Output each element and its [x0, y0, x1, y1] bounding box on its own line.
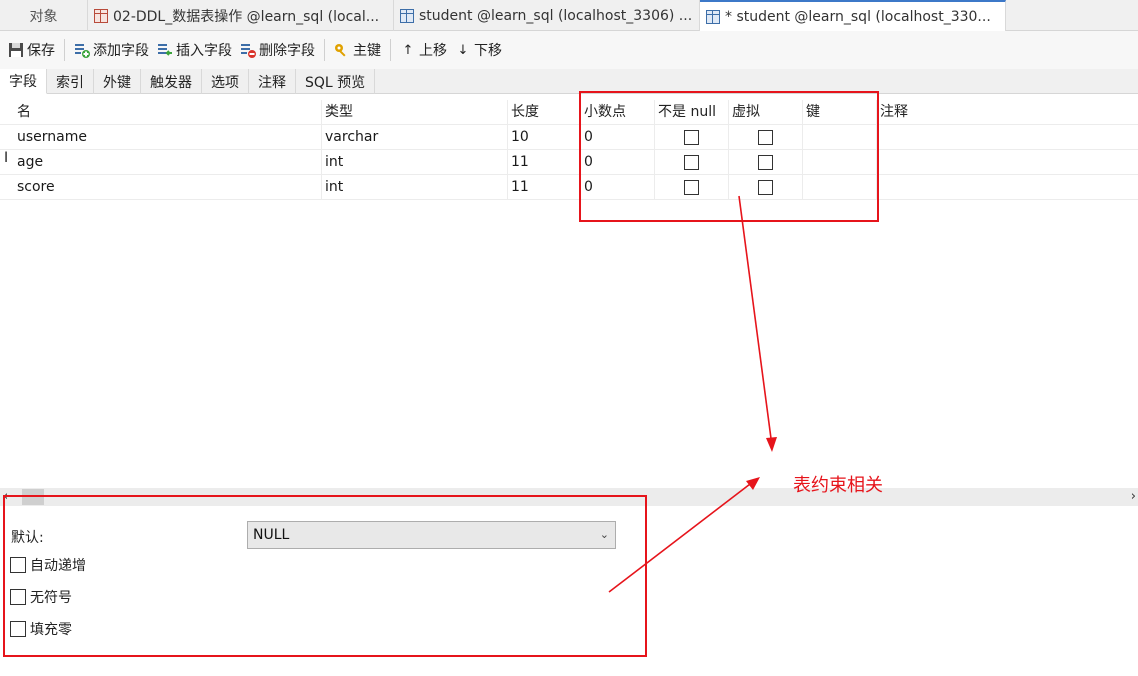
insert-field-label: 插入字段 [176, 43, 232, 59]
tab-student-design-label: * student @learn_sql (localhost_330... [725, 8, 991, 25]
annotation-box-properties [3, 495, 647, 657]
insert-field-button[interactable]: 插入字段 [153, 36, 236, 64]
field-type-cell[interactable]: int [322, 150, 508, 175]
annotation-label: 表约束相关 [793, 475, 883, 496]
table-icon [400, 8, 414, 23]
column-header-type[interactable]: 类型 [322, 100, 508, 125]
field-length-cell[interactable]: 11 [508, 175, 581, 200]
key-icon [334, 42, 350, 58]
tab-objects[interactable]: 对象 [0, 0, 88, 31]
field-name-cell[interactable]: username [14, 125, 322, 150]
delete-field-label: 删除字段 [259, 43, 315, 59]
tab-student-table-label: student @learn_sql (localhost_3306) ... [419, 7, 693, 24]
tab-ddl-query[interactable]: 02-DDL_数据表操作 @learn_sql (local... [88, 0, 394, 31]
field-length-cell[interactable]: 11 [508, 150, 581, 175]
tab-indexes[interactable]: 索引 [47, 69, 94, 94]
tab-indexes-label: 索引 [56, 74, 84, 91]
tab-comments-label: 注释 [258, 74, 286, 91]
add-field-label: 添加字段 [93, 43, 149, 59]
window-tab-bar: 对象 02-DDL_数据表操作 @learn_sql (local... stu… [0, 0, 1138, 31]
arrow-down-icon: ↓ [457, 42, 469, 58]
tab-options-label: 选项 [211, 74, 239, 91]
field-type-cell[interactable]: varchar [322, 125, 508, 150]
annotation-box-grid [579, 91, 879, 222]
save-button[interactable]: 保存 [4, 36, 59, 64]
tab-student-table[interactable]: student @learn_sql (localhost_3306) ... [394, 0, 700, 31]
field-name-cell[interactable]: age [14, 150, 322, 175]
field-length-cell[interactable]: 10 [508, 125, 581, 150]
grid-header: 名 类型 长度 小数点 不是 null 虚拟 键 注释 [0, 100, 1138, 125]
delete-field-icon [240, 42, 256, 58]
delete-field-button[interactable]: 删除字段 [236, 36, 319, 64]
primary-key-label: 主键 [353, 43, 381, 59]
column-header-comment[interactable]: 注释 [877, 100, 1138, 125]
tab-objects-label: 对象 [29, 8, 58, 25]
tab-ddl-query-label: 02-DDL_数据表操作 @learn_sql (local... [113, 8, 380, 25]
move-down-button[interactable]: ↓ 下移 [451, 36, 506, 64]
add-field-icon [74, 42, 90, 58]
column-header-length[interactable]: 长度 [508, 100, 581, 125]
field-name-cell[interactable]: score [14, 175, 322, 200]
column-header-name[interactable]: 名 [14, 100, 322, 125]
field-type-cell[interactable]: int [322, 175, 508, 200]
tab-options[interactable]: 选项 [202, 69, 249, 94]
move-up-label: 上移 [419, 43, 447, 59]
arrowhead-down-icon [766, 437, 777, 452]
arrow-up-icon: ↑ [402, 42, 414, 58]
tab-fields[interactable]: 字段 [0, 69, 47, 94]
save-icon [8, 42, 24, 58]
tab-student-design[interactable]: * student @learn_sql (localhost_330... [700, 0, 1006, 31]
designer-tab-bar: 字段 索引 外键 触发器 选项 注释 SQL 预览 [0, 69, 1138, 94]
tab-fields-label: 字段 [9, 74, 37, 90]
toolbar-divider [64, 39, 65, 61]
table-row[interactable]: score int 11 0 [0, 175, 1138, 200]
table-row[interactable]: username varchar 10 0 [0, 125, 1138, 150]
table-design-icon [706, 9, 720, 24]
annotation-arrow-down [738, 195, 773, 447]
designer-toolbar: 保存 添加字段 插入字段 删除字段 主键 ↑ 上移 ↓ 下移 [0, 31, 1138, 69]
query-icon [94, 8, 108, 23]
scroll-right-icon[interactable]: › [1131, 488, 1136, 506]
table-row[interactable]: I age int 11 0 [0, 150, 1138, 175]
add-field-button[interactable]: 添加字段 [70, 36, 153, 64]
tab-foreign-keys-label: 外键 [103, 74, 131, 91]
tab-sql-preview[interactable]: SQL 预览 [296, 69, 376, 94]
tab-comments[interactable]: 注释 [249, 69, 296, 94]
move-down-label: 下移 [474, 43, 502, 59]
current-row-marker: I [4, 150, 9, 166]
primary-key-button[interactable]: 主键 [330, 36, 385, 64]
toolbar-divider [324, 39, 325, 61]
tab-triggers-label: 触发器 [150, 74, 192, 91]
insert-field-icon [157, 42, 173, 58]
toolbar-divider [390, 39, 391, 61]
move-up-button[interactable]: ↑ 上移 [396, 36, 451, 64]
save-label: 保存 [27, 43, 55, 59]
tab-foreign-keys[interactable]: 外键 [94, 69, 141, 94]
tab-triggers[interactable]: 触发器 [141, 69, 202, 94]
tab-sql-preview-label: SQL 预览 [305, 74, 366, 91]
